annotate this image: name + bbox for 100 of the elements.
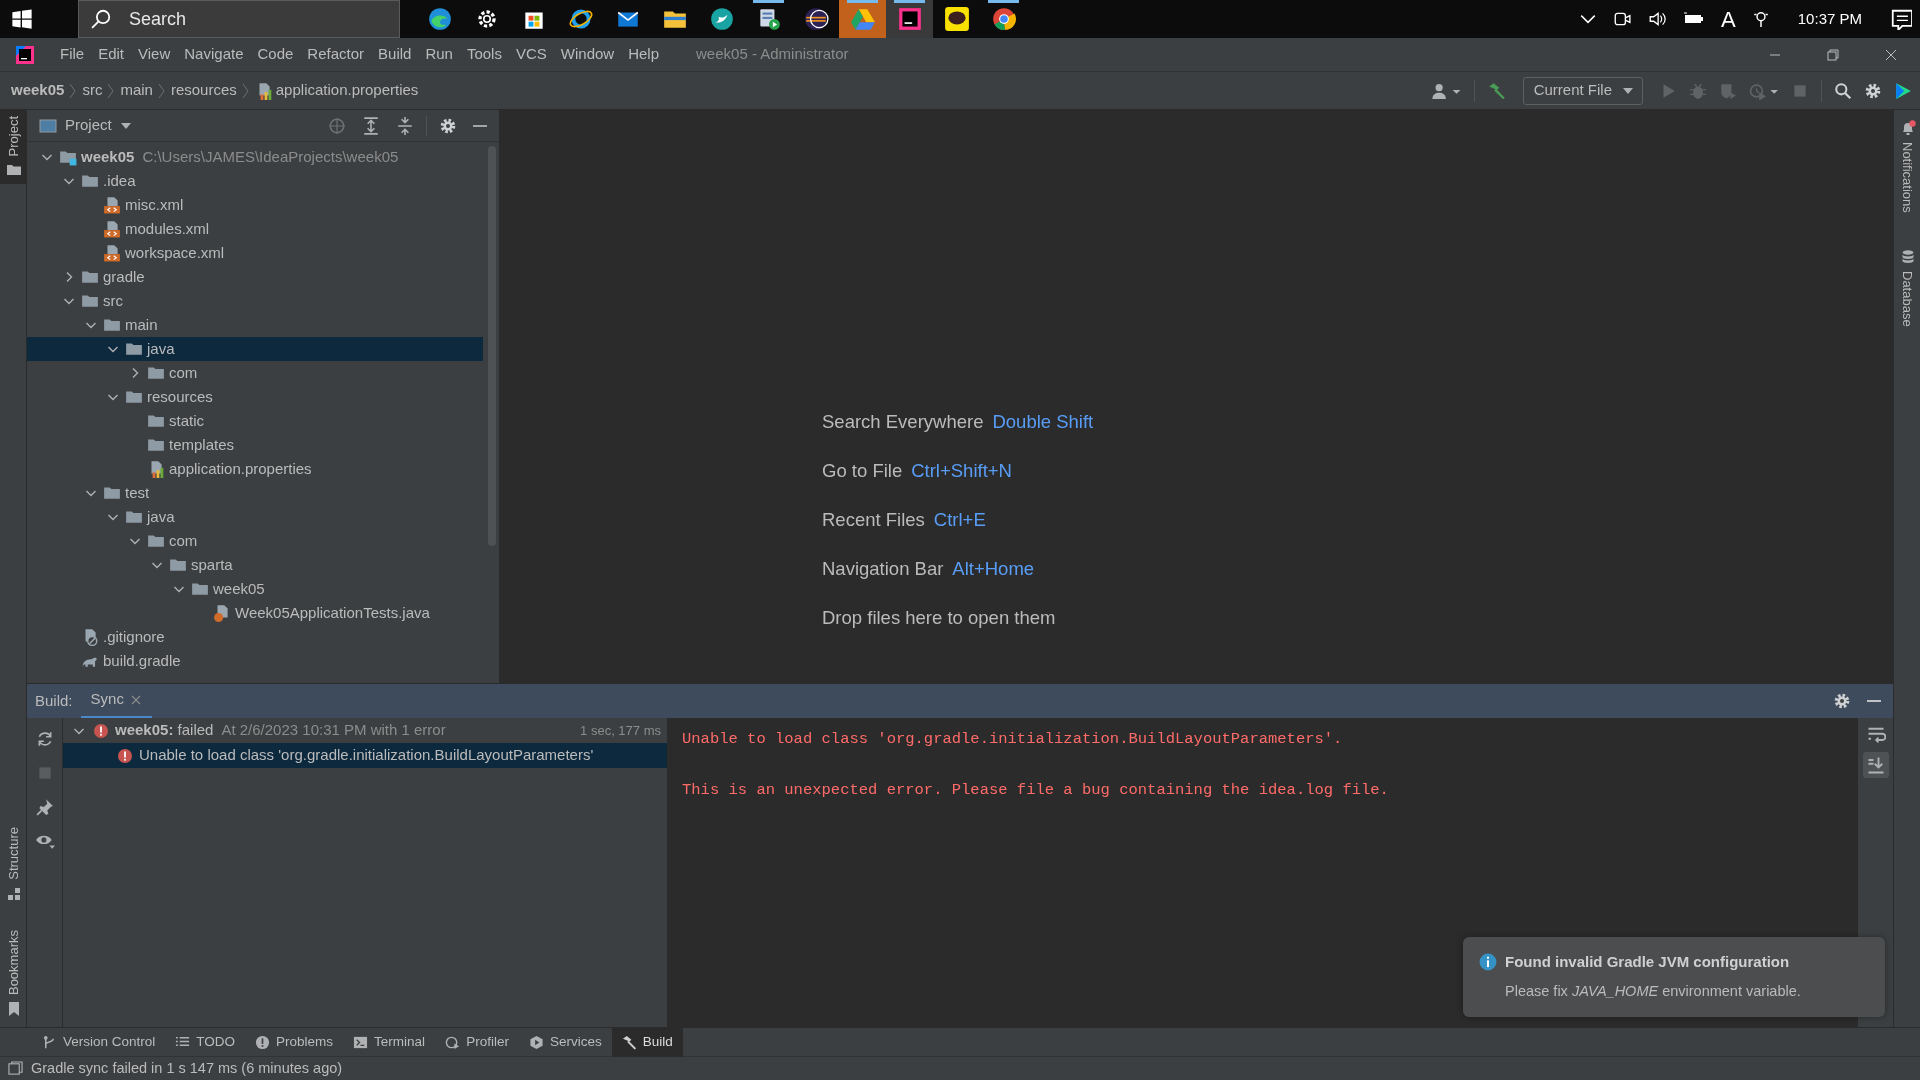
pin-icon bbox=[35, 798, 54, 816]
tree-item[interactable]: .idea bbox=[27, 169, 483, 193]
taskbar-app-button[interactable] bbox=[886, 0, 933, 38]
tree-item[interactable]: .gitignore bbox=[27, 625, 483, 649]
tree-item[interactable]: java bbox=[27, 505, 483, 529]
tree-item[interactable]: com bbox=[27, 529, 483, 553]
tree-item[interactable]: workspace.xml bbox=[27, 241, 483, 265]
settings-icon bbox=[1864, 81, 1882, 100]
tree-item[interactable]: test bbox=[27, 481, 483, 505]
expand-all-icon bbox=[362, 116, 380, 135]
panel-toggle-icon bbox=[8, 1061, 23, 1076]
folder-icon bbox=[191, 580, 209, 598]
tool-window-tab[interactable]: Terminal bbox=[343, 1027, 436, 1057]
tree-item[interactable]: misc.xml bbox=[27, 193, 483, 217]
menu-item[interactable]: Window bbox=[553, 43, 622, 66]
tree-item[interactable]: templates bbox=[27, 433, 483, 457]
folder-icon bbox=[59, 148, 77, 166]
folder-icon bbox=[103, 316, 121, 334]
menu-item[interactable]: File bbox=[53, 43, 92, 66]
folder-icon bbox=[81, 172, 99, 190]
tool-window-tab[interactable]: Services bbox=[518, 1027, 612, 1057]
shortcut-label: Double Shift bbox=[992, 410, 1094, 434]
tool-window-button[interactable]: Notifications bbox=[1894, 114, 1920, 219]
tree-item[interactable]: java bbox=[27, 337, 483, 361]
tree-item[interactable]: com bbox=[27, 361, 483, 385]
tool-window-tab[interactable]: Version Control bbox=[32, 1027, 166, 1057]
run-configuration-dropdown[interactable]: Current File bbox=[1522, 76, 1643, 105]
location-icon bbox=[1751, 10, 1770, 28]
tree-item[interactable]: gradle bbox=[27, 265, 483, 289]
error-icon bbox=[117, 747, 133, 764]
build-tree-item[interactable]: week05: failed At 2/6/2023 10:31 PM with 1 error 1 sec, 177 ms bbox=[63, 718, 667, 743]
clock-label[interactable]: 10:37 PM bbox=[1797, 7, 1862, 31]
tool-window-tab[interactable]: Problems bbox=[245, 1027, 344, 1057]
menu-item[interactable]: Code bbox=[250, 43, 301, 66]
tool-window-button[interactable]: Database bbox=[1894, 242, 1920, 333]
xml-file-icon bbox=[103, 196, 121, 214]
bird-icon bbox=[708, 6, 735, 32]
tool-window-tab[interactable]: TODO bbox=[165, 1027, 246, 1057]
console-line: Unable to load class 'org.gradle.initialization.BuildLayoutParameters'. bbox=[682, 729, 1344, 750]
windows-logo-icon bbox=[11, 8, 33, 30]
hint-label: Drop files here to open them bbox=[822, 606, 1056, 630]
tree-item[interactable]: Week05ApplicationTests.java bbox=[27, 601, 483, 625]
tree-item[interactable]: week05 C:\Users\JAMES\IdeaProjects\week05 bbox=[27, 145, 483, 169]
terminal-icon bbox=[353, 1034, 369, 1050]
menu-item[interactable]: Refactor bbox=[300, 43, 372, 66]
menu-item[interactable]: Edit bbox=[91, 43, 132, 66]
input-language-indicator[interactable]: A bbox=[1721, 2, 1736, 36]
panel-title: Build: bbox=[34, 690, 74, 711]
hint-label: Search Everywhere bbox=[822, 410, 984, 434]
shortcut-label: Alt+Home bbox=[952, 557, 1035, 581]
breadcrumb-item[interactable]: week05 bbox=[8, 79, 68, 102]
hint-label: Go to File bbox=[822, 459, 903, 483]
notification-center-icon bbox=[1890, 8, 1912, 30]
folder-icon bbox=[147, 412, 165, 430]
panel-icon bbox=[39, 117, 57, 134]
menu-item[interactable]: Help bbox=[621, 43, 667, 66]
folder-icon bbox=[81, 292, 99, 310]
tree-item[interactable]: week05 bbox=[27, 577, 483, 601]
tree-item[interactable]: resources bbox=[27, 385, 483, 409]
breadcrumb-item[interactable]: main bbox=[117, 79, 156, 102]
breadcrumb-item[interactable]: src bbox=[79, 79, 106, 102]
breadcrumb-item[interactable]: resources bbox=[167, 79, 240, 102]
hint-label: Recent Files bbox=[822, 508, 925, 532]
tool-window-button[interactable]: Bookmarks bbox=[0, 923, 27, 1023]
tool-window-button[interactable]: Project bbox=[0, 110, 27, 185]
tree-item[interactable]: static bbox=[27, 409, 483, 433]
tree-item[interactable]: main bbox=[27, 313, 483, 337]
menu-item[interactable]: VCS bbox=[508, 43, 554, 66]
settings-icon bbox=[1833, 692, 1851, 710]
hammer-icon bbox=[1486, 80, 1507, 101]
tool-window-tab[interactable]: Build bbox=[611, 1027, 683, 1057]
project-path: C:\Users\JAMES\IdeaProjects\week05 bbox=[142, 146, 399, 167]
menu-item[interactable]: Tools bbox=[459, 43, 509, 66]
menu-item[interactable]: Build bbox=[371, 43, 419, 66]
hammer-icon bbox=[621, 1034, 637, 1050]
tool-window-button[interactable]: Structure bbox=[0, 821, 27, 908]
menu-item[interactable]: View bbox=[131, 43, 178, 66]
console-line: This is an unexpected error. Please file a bug containing the idea.log file. bbox=[682, 780, 1390, 802]
profiler-icon bbox=[445, 1034, 461, 1050]
settings-icon bbox=[439, 116, 457, 135]
panel-view-dropdown[interactable]: Project bbox=[35, 114, 136, 137]
build-tree-item[interactable]: Unable to load class 'org.gradle.initialization.BuildLayoutParameters' bbox=[63, 743, 667, 768]
folder-icon bbox=[125, 388, 143, 406]
breadcrumb-item[interactable]: application.properties bbox=[251, 79, 422, 102]
tree-item[interactable]: sparta bbox=[27, 553, 483, 577]
search-icon bbox=[1834, 81, 1852, 100]
menu-item[interactable]: Navigate bbox=[177, 43, 251, 66]
logo-icon bbox=[1894, 81, 1912, 100]
menu-item[interactable]: Run bbox=[418, 43, 460, 66]
ide-logo-icon bbox=[15, 44, 35, 65]
search-field[interactable]: Search bbox=[78, 0, 400, 38]
scroll-to-end-button[interactable] bbox=[1862, 752, 1889, 778]
tree-item[interactable]: build.gradle bbox=[27, 649, 483, 673]
tool-window-tab[interactable]: Profiler bbox=[435, 1027, 519, 1057]
tree-item[interactable]: src bbox=[27, 289, 483, 313]
warning-circle-icon bbox=[255, 1034, 271, 1050]
restore-icon bbox=[1825, 46, 1841, 63]
tree-item[interactable]: modules.xml bbox=[27, 217, 483, 241]
tree-item[interactable]: application.properties bbox=[27, 457, 483, 481]
structure-icon bbox=[5, 885, 22, 902]
